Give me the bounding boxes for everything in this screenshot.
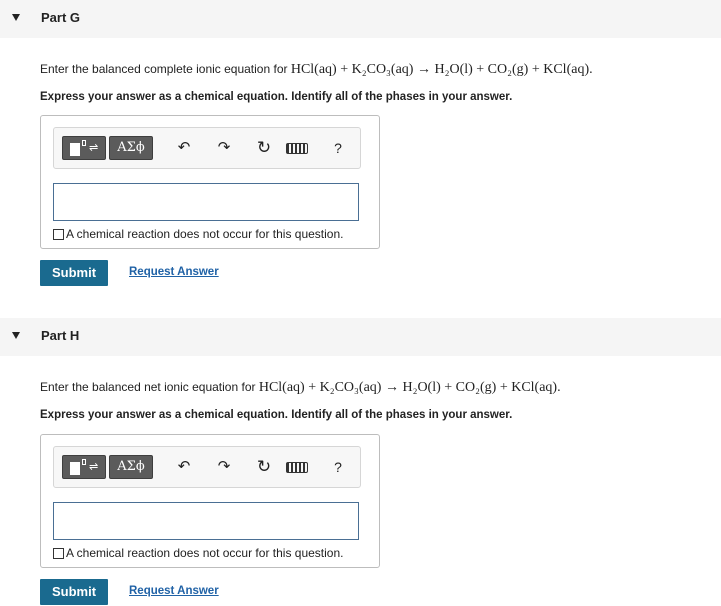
undo-icon[interactable]: ↶ bbox=[172, 455, 196, 479]
math-toolbar: ⇌ ΑΣϕ ↶ ↷ ↻ ? bbox=[53, 446, 361, 488]
part-g-header[interactable]: Part G bbox=[0, 0, 721, 38]
templates-icon-small bbox=[82, 140, 86, 146]
no-reaction-label: A chemical reaction does not occur for t… bbox=[66, 546, 344, 560]
request-answer-link[interactable]: Request Answer bbox=[129, 585, 219, 597]
answer-input[interactable] bbox=[53, 183, 359, 221]
part-h-prompt-text: Enter the balanced net ionic equation fo… bbox=[40, 380, 256, 394]
templates-icon-arrow: ⇌ bbox=[89, 142, 99, 154]
request-answer-link[interactable]: Request Answer bbox=[129, 266, 219, 278]
part-g-instruction: Express your answer as a chemical equati… bbox=[40, 91, 513, 103]
part-g-answer-box: ⇌ ΑΣϕ ↶ ↷ ↻ ? A chemical reaction does n… bbox=[40, 115, 380, 249]
greek-symbols-button[interactable]: ΑΣϕ bbox=[109, 136, 153, 160]
part-g-equation: HCl(aq) + K₂CO₃(aq) → H₂O(l) + CO₂(g) + … bbox=[290, 62, 593, 77]
no-reaction-option[interactable]: A chemical reaction does not occur for t… bbox=[53, 227, 343, 241]
templates-icon bbox=[70, 143, 80, 156]
collapse-triangle-icon[interactable] bbox=[12, 14, 20, 21]
redo-icon[interactable]: ↷ bbox=[212, 455, 236, 479]
templates-button[interactable]: ⇌ bbox=[62, 136, 106, 160]
no-reaction-checkbox[interactable] bbox=[53, 548, 64, 559]
no-reaction-option[interactable]: A chemical reaction does not occur for t… bbox=[53, 546, 343, 560]
part-h-title: Part H bbox=[41, 328, 80, 343]
templates-icon bbox=[70, 462, 80, 475]
part-g-prompt: Enter the balanced complete ionic equati… bbox=[40, 62, 593, 78]
keyboard-glyph bbox=[286, 462, 308, 473]
part-h-header[interactable]: Part H bbox=[0, 318, 721, 356]
part-h-equation: HCl(aq) + K₂CO₃(aq) → H₂O(l) + CO₂(g) + … bbox=[258, 380, 561, 395]
part-g-title: Part G bbox=[41, 10, 81, 25]
keyboard-glyph bbox=[286, 143, 308, 154]
keyboard-icon[interactable] bbox=[284, 455, 310, 479]
reset-icon[interactable]: ↻ bbox=[252, 136, 276, 160]
part-h-answer-box: ⇌ ΑΣϕ ↶ ↷ ↻ ? A chemical reaction does n… bbox=[40, 434, 380, 568]
templates-button[interactable]: ⇌ bbox=[62, 455, 106, 479]
help-icon[interactable]: ? bbox=[326, 136, 350, 160]
math-toolbar: ⇌ ΑΣϕ ↶ ↷ ↻ ? bbox=[53, 127, 361, 169]
reset-icon[interactable]: ↻ bbox=[252, 455, 276, 479]
greek-symbols-button[interactable]: ΑΣϕ bbox=[109, 455, 153, 479]
undo-icon[interactable]: ↶ bbox=[172, 136, 196, 160]
templates-icon-arrow: ⇌ bbox=[89, 461, 99, 473]
submit-button[interactable]: Submit bbox=[40, 579, 108, 605]
no-reaction-label: A chemical reaction does not occur for t… bbox=[66, 227, 344, 241]
submit-button[interactable]: Submit bbox=[40, 260, 108, 286]
part-h-instruction: Express your answer as a chemical equati… bbox=[40, 409, 513, 421]
keyboard-icon[interactable] bbox=[284, 136, 310, 160]
answer-input[interactable] bbox=[53, 502, 359, 540]
collapse-triangle-icon[interactable] bbox=[12, 332, 20, 339]
part-g-prompt-text: Enter the balanced complete ionic equati… bbox=[40, 62, 288, 76]
no-reaction-checkbox[interactable] bbox=[53, 229, 64, 240]
templates-icon-small bbox=[82, 459, 86, 465]
part-h-prompt: Enter the balanced net ionic equation fo… bbox=[40, 380, 561, 396]
help-icon[interactable]: ? bbox=[326, 455, 350, 479]
redo-icon[interactable]: ↷ bbox=[212, 136, 236, 160]
